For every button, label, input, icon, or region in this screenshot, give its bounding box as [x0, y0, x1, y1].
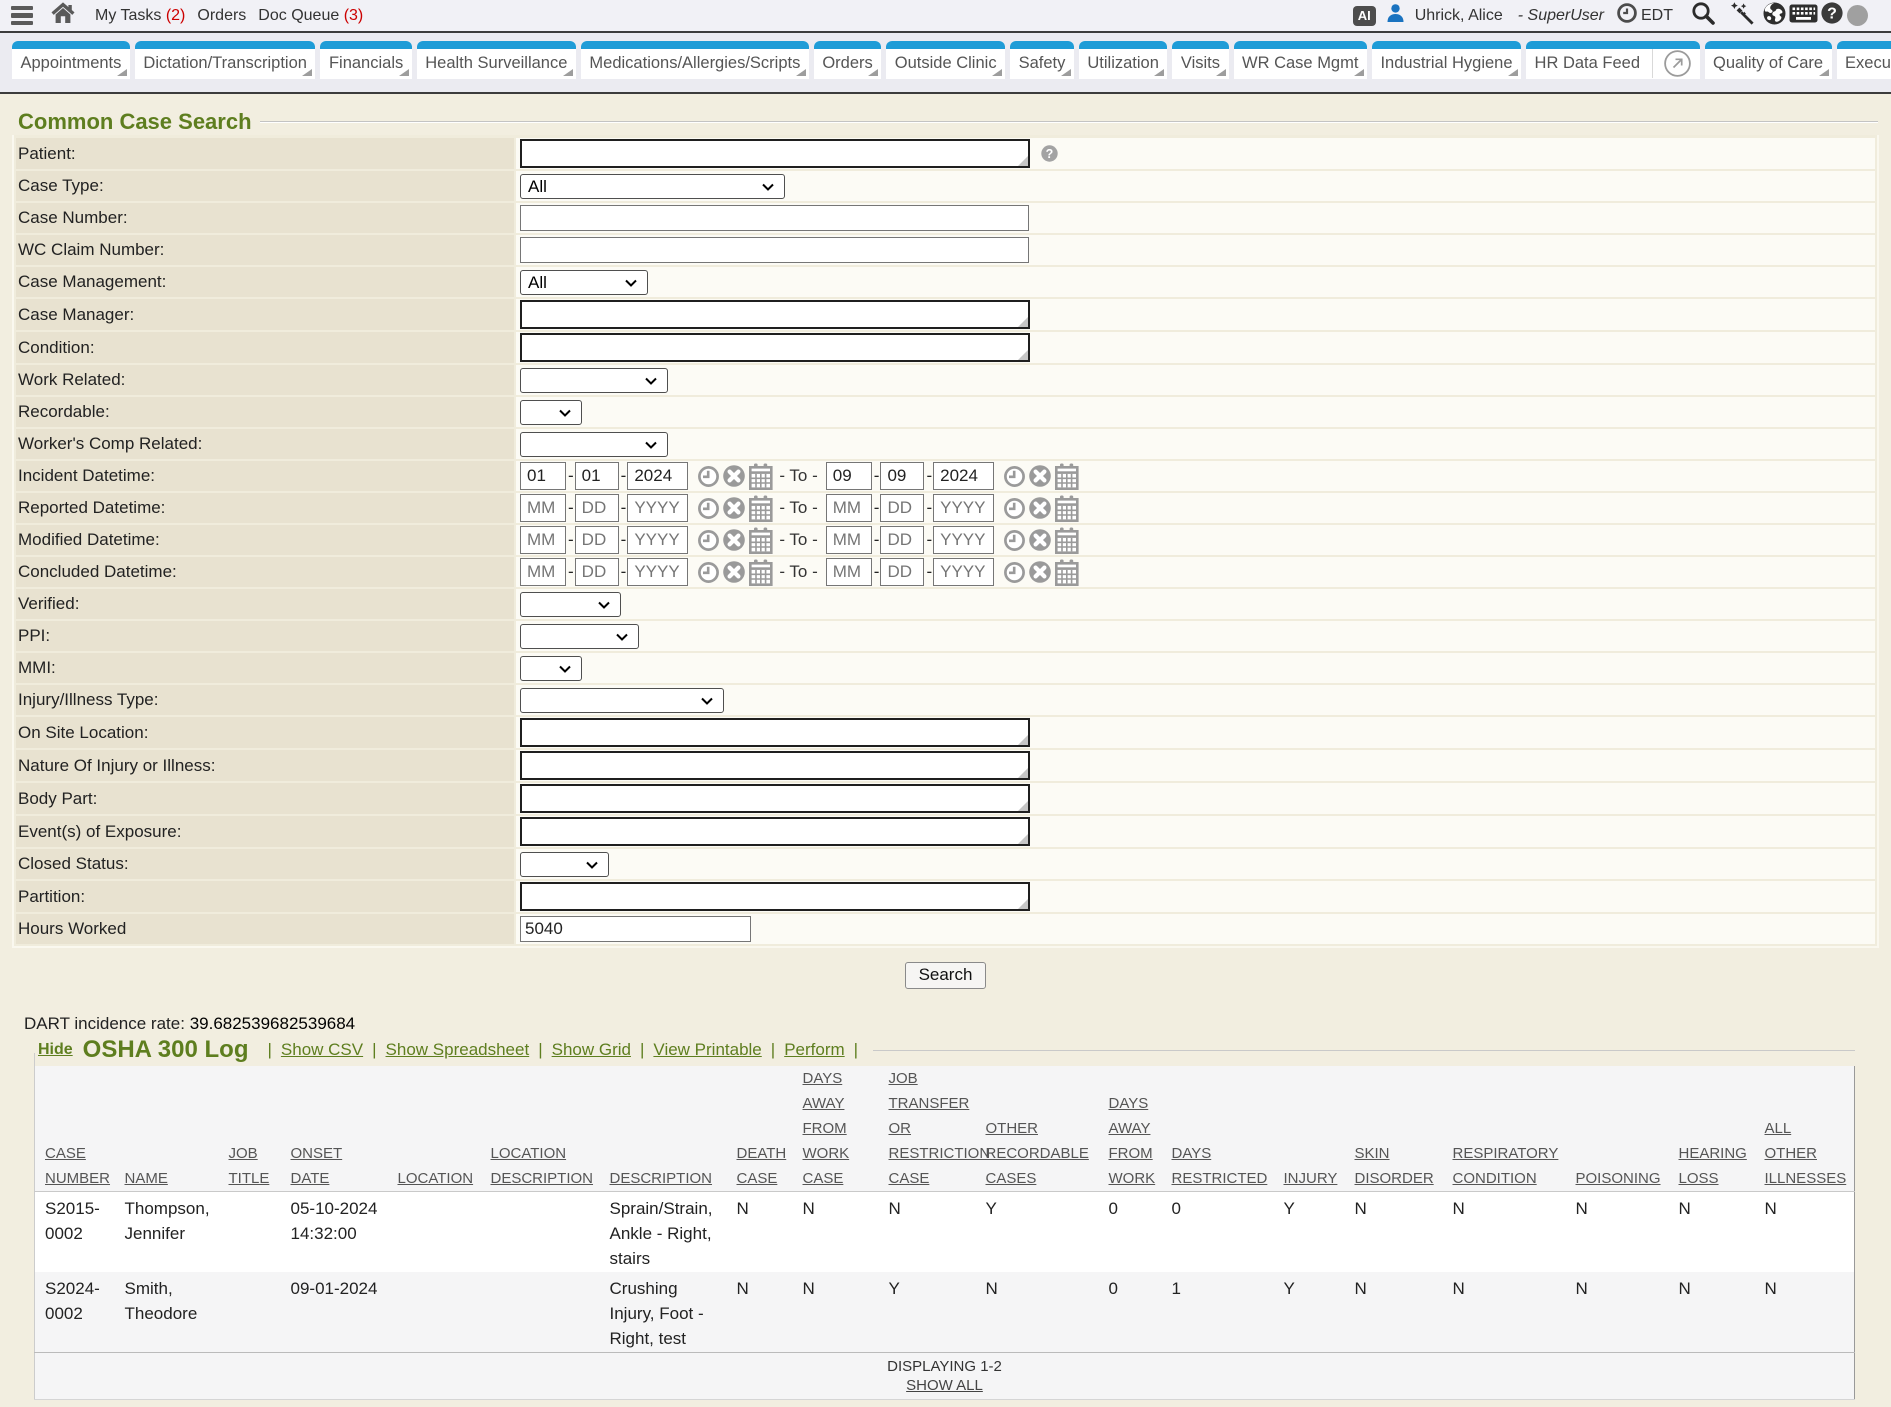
svg-text:?: ?	[1827, 6, 1837, 23]
svg-text:?: ?	[1046, 147, 1054, 161]
